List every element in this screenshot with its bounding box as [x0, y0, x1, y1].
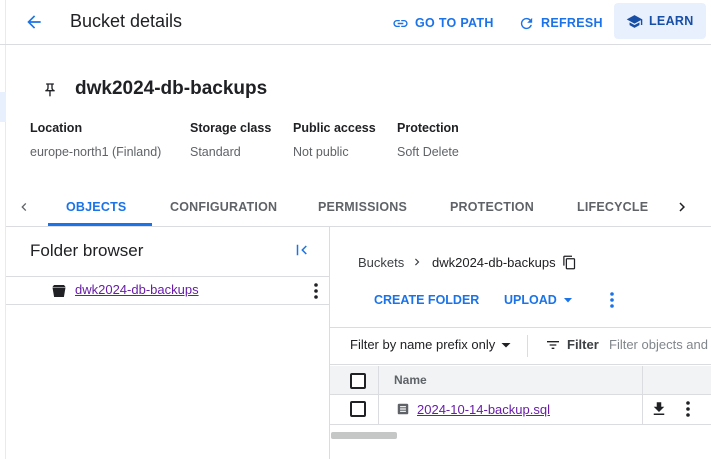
download-icon[interactable]	[650, 400, 668, 418]
tab-lifecycle[interactable]: LIFECYCLE	[577, 187, 648, 227]
chevron-left-icon	[21, 203, 27, 211]
tab-permissions[interactable]: PERMISSIONS	[318, 187, 407, 227]
horizontal-scrollbar-thumb[interactable]	[331, 432, 397, 439]
column-divider	[642, 366, 643, 395]
tabs-scroll-right-button[interactable]	[667, 187, 697, 227]
link-icon	[393, 19, 408, 27]
location-value: europe-north1 (Finland)	[30, 145, 162, 159]
row-more-button[interactable]	[678, 399, 698, 419]
create-folder-label: CREATE FOLDER	[374, 293, 480, 307]
filter-mode-select[interactable]: Filter by name prefix only	[350, 337, 511, 352]
column-divider	[378, 366, 379, 395]
filter-label: Filter	[567, 337, 599, 352]
folder-browser-title: Folder browser	[30, 241, 144, 260]
arrow-back-icon	[27, 15, 41, 29]
protection-label: Protection	[397, 121, 459, 135]
row-checkbox[interactable]	[350, 401, 366, 417]
filter-input[interactable]	[609, 337, 711, 352]
tab-protection[interactable]: PROTECTION	[450, 187, 534, 227]
breadcrumb-current-bucket: dwk2024-db-backups	[432, 255, 556, 270]
go-to-path-label: GO TO PATH	[415, 16, 494, 30]
learn-label: LEARN	[649, 14, 694, 28]
column-divider	[378, 395, 379, 425]
active-tab-indicator	[48, 223, 152, 226]
dropdown-arrow-icon	[563, 298, 572, 303]
select-all-checkbox[interactable]	[350, 373, 366, 389]
more-actions-button[interactable]	[602, 290, 622, 310]
column-divider	[642, 395, 643, 425]
upload-button[interactable]: UPLOAD	[504, 290, 573, 310]
objects-table-header	[330, 366, 711, 395]
object-name-link[interactable]: 2024-10-14-backup.sql	[417, 402, 550, 417]
create-folder-button[interactable]: CREATE FOLDER	[374, 290, 479, 310]
learn-button[interactable]: LEARN	[614, 3, 706, 39]
tab-bar: OBJECTS CONFIGURATION PERMISSIONS PROTEC…	[6, 187, 711, 227]
filter-list-icon	[545, 337, 561, 353]
collapse-panel-icon[interactable]	[293, 241, 311, 259]
breadcrumb-chevron-icon	[410, 255, 424, 269]
copy-icon[interactable]	[562, 255, 577, 270]
more-vert-icon	[314, 283, 318, 299]
refresh-button[interactable]: REFRESH	[518, 8, 603, 38]
protection-value: Soft Delete	[397, 145, 459, 159]
column-header-name[interactable]: Name	[394, 373, 427, 387]
storage-class-label: Storage class	[190, 121, 272, 135]
filter-divider	[527, 335, 528, 357]
folder-row-more-button[interactable]	[306, 281, 326, 301]
back-button[interactable]	[19, 7, 49, 37]
tabs-scroll-left-button[interactable]	[9, 187, 39, 227]
pin-icon[interactable]	[42, 82, 58, 98]
public-access-label: Public access	[293, 121, 376, 135]
more-vert-icon	[610, 292, 614, 308]
folder-tree-bucket-link[interactable]: dwk2024-db-backups	[75, 282, 199, 297]
tab-objects[interactable]: OBJECTS	[66, 187, 126, 227]
bucket-name-heading: dwk2024-db-backups	[75, 78, 268, 99]
filter-mode-label: Filter by name prefix only	[350, 337, 496, 352]
school-icon	[626, 14, 643, 28]
tab-configuration[interactable]: CONFIGURATION	[170, 187, 277, 227]
refresh-icon	[520, 17, 533, 29]
upload-label: UPLOAD	[504, 293, 557, 307]
location-label: Location	[30, 121, 83, 135]
storage-class-value: Standard	[190, 145, 241, 159]
go-to-path-button[interactable]: GO TO PATH	[392, 8, 494, 38]
file-icon	[396, 402, 410, 416]
more-vert-icon	[686, 401, 690, 417]
public-access-value: Not public	[293, 145, 349, 159]
refresh-label: REFRESH	[541, 16, 603, 30]
dropdown-arrow-icon	[501, 342, 511, 347]
bucket-icon	[51, 283, 67, 298]
chevron-right-icon	[679, 202, 685, 212]
nav-rail-selected-marker	[0, 92, 6, 122]
breadcrumb-buckets-link[interactable]: Buckets	[358, 255, 404, 270]
page-title: Bucket details	[70, 11, 183, 31]
